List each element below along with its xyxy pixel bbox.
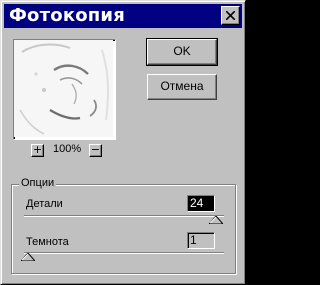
darkness-slider-track[interactable] bbox=[24, 252, 224, 254]
darkness-input[interactable]: 1 bbox=[187, 232, 215, 249]
options-group: Опции Детали 24 Темнота 1 bbox=[11, 177, 236, 274]
darkness-slider-thumb[interactable] bbox=[21, 253, 35, 261]
cancel-button[interactable]: Отмена bbox=[147, 74, 217, 100]
detail-slider-track[interactable] bbox=[24, 215, 224, 217]
close-icon bbox=[226, 11, 235, 20]
preview-image bbox=[14, 40, 113, 137]
zoom-in-button[interactable]: + bbox=[31, 144, 44, 157]
zoom-level: 100% bbox=[53, 143, 82, 155]
options-group-label: Опции bbox=[19, 177, 57, 189]
detail-input[interactable]: 24 bbox=[187, 195, 215, 212]
dialog-title: Фотокопия bbox=[9, 5, 126, 26]
close-button[interactable] bbox=[221, 6, 240, 25]
ok-button[interactable]: OK bbox=[146, 38, 218, 66]
photocopy-dialog: Фотокопия + 100% − OK Отмена Опции Детал… bbox=[0, 0, 246, 285]
detail-label: Детали bbox=[26, 198, 63, 210]
darkness-label: Темнота bbox=[26, 236, 69, 248]
title-bar[interactable]: Фотокопия bbox=[4, 4, 242, 28]
filter-preview[interactable] bbox=[13, 39, 116, 140]
zoom-out-button[interactable]: − bbox=[89, 144, 102, 157]
detail-slider-thumb[interactable] bbox=[209, 216, 223, 224]
